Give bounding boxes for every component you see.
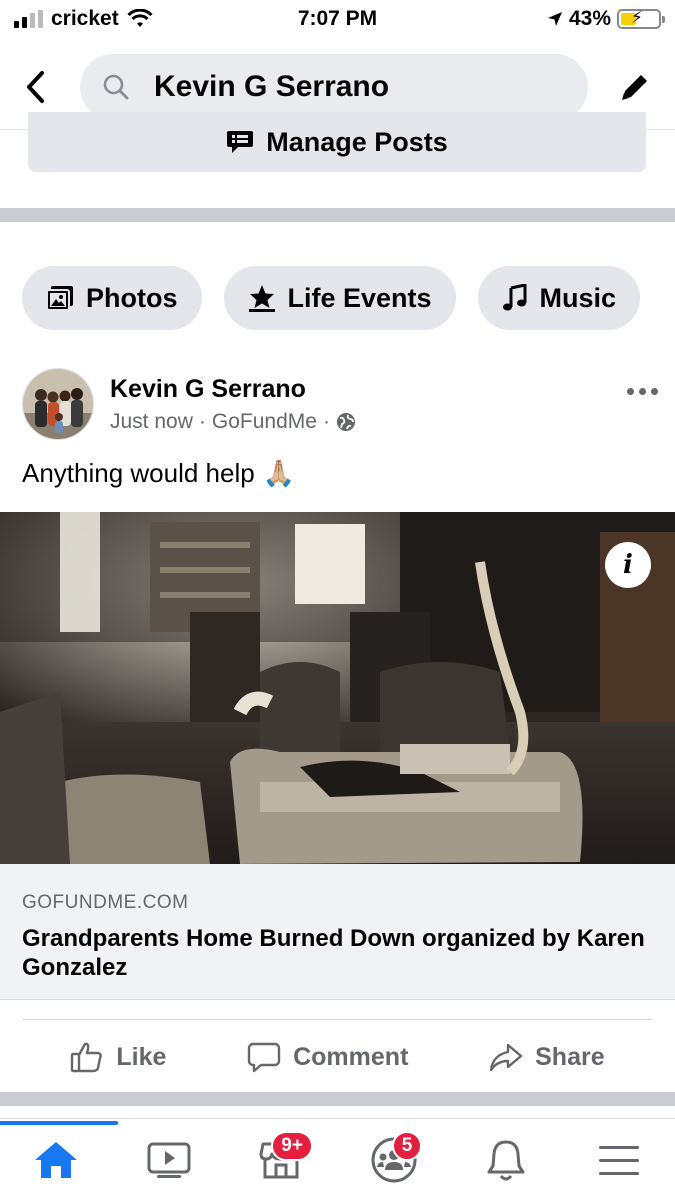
life-event-star-icon: [248, 285, 275, 312]
manage-posts-button[interactable]: Manage Posts: [28, 112, 646, 172]
bell-icon: [487, 1140, 525, 1180]
post-sub-meta: Just now · GoFundMe ·: [110, 410, 356, 434]
burned-room-photo: [0, 512, 675, 864]
praying-hands-emoji-icon: 🙏🏼: [262, 458, 296, 488]
wifi-icon: [127, 9, 153, 27]
life-events-chip[interactable]: Life Events: [223, 266, 456, 330]
music-chip-label: Music: [539, 282, 617, 313]
profile-chips: Photos Life Events Music: [22, 266, 641, 330]
signal-icon: [14, 10, 43, 28]
tab-notifications[interactable]: [466, 1125, 546, 1195]
thumbs-up-icon: [71, 1042, 103, 1073]
carrier-group: cricket: [14, 7, 153, 31]
battery-icon: ⚡: [617, 8, 665, 29]
post-action-bar: Like Comment Share: [0, 1030, 675, 1084]
status-bar: cricket 7:07 PM 43% ⚡: [0, 0, 675, 38]
location-arrow-icon: [547, 12, 562, 26]
info-icon[interactable]: i: [605, 542, 651, 588]
post-text: Anything would help 🙏🏼: [22, 458, 295, 489]
tab-menu[interactable]: [579, 1125, 659, 1195]
post-meta: Kevin G Serrano Just now · GoFundMe ·: [110, 375, 356, 434]
search-icon: [103, 74, 129, 99]
search-input[interactable]: Kevin G Serrano: [80, 53, 588, 120]
comment-bubble-icon: [247, 1042, 281, 1073]
life-events-chip-label: Life Events: [287, 282, 432, 313]
tab-groups[interactable]: 5: [354, 1125, 434, 1195]
photos-chip-label: Photos: [86, 282, 178, 313]
chat-list-icon: [227, 131, 254, 153]
link-preview-card[interactable]: GOFUNDME.COM Grandparents Home Burned Do…: [0, 864, 675, 1000]
search-query: Kevin G Serrano: [154, 69, 390, 103]
home-icon: [35, 1141, 78, 1178]
link-domain: GOFUNDME.COM: [22, 892, 189, 913]
comment-label: Comment: [293, 1042, 409, 1071]
edit-pencil-icon: [622, 74, 647, 100]
charging-bolt-icon: ⚡: [631, 8, 643, 27]
share-arrow-icon: [489, 1043, 523, 1072]
back-button[interactable]: [0, 52, 70, 122]
music-note-icon: [502, 284, 527, 311]
comment-button[interactable]: Comment: [247, 1041, 408, 1073]
post-image[interactable]: i: [0, 512, 675, 864]
edit-button[interactable]: [600, 52, 670, 122]
groups-badge: 5: [391, 1130, 423, 1161]
watch-video-icon: [147, 1142, 191, 1178]
photos-chip[interactable]: Photos: [22, 266, 202, 330]
author-avatar[interactable]: [22, 368, 94, 440]
post-source: GoFundMe: [211, 409, 317, 433]
section-divider: [0, 1092, 675, 1106]
tab-marketplace[interactable]: 9+: [241, 1125, 321, 1195]
back-icon: [27, 70, 44, 103]
meta-separator: ·: [322, 409, 330, 433]
status-time: 7:07 PM: [297, 7, 378, 30]
share-button[interactable]: Share: [489, 1042, 605, 1072]
tab-home[interactable]: [0, 1120, 119, 1195]
music-chip[interactable]: Music: [477, 266, 641, 330]
meta-separator: ·: [198, 409, 206, 433]
action-divider: [22, 1019, 653, 1020]
like-button[interactable]: Like: [70, 1041, 166, 1073]
status-right: 43% ⚡: [547, 7, 665, 31]
globe-icon: [336, 412, 355, 431]
post-header: Kevin G Serrano Just now · GoFundMe ·: [22, 366, 662, 442]
like-label: Like: [116, 1042, 167, 1071]
marketplace-badge: 9+: [271, 1130, 313, 1161]
carrier-name: cricket: [51, 7, 119, 30]
post-more-options-icon[interactable]: [622, 376, 662, 406]
menu-hamburger-icon: [598, 1145, 639, 1175]
section-divider: [0, 208, 675, 222]
link-title: Grandparents Home Burned Down organized …: [22, 925, 645, 981]
post-message: Anything would help: [22, 458, 255, 488]
tab-watch[interactable]: [129, 1125, 209, 1195]
share-label: Share: [535, 1042, 605, 1071]
photos-icon: [46, 286, 73, 311]
post-author[interactable]: Kevin G Serrano: [110, 375, 356, 404]
manage-posts-label: Manage Posts: [266, 126, 448, 157]
battery-percent: 43%: [568, 7, 611, 30]
bottom-tab-bar: 9+ 5: [0, 1118, 675, 1200]
post-time[interactable]: Just now: [110, 410, 193, 434]
